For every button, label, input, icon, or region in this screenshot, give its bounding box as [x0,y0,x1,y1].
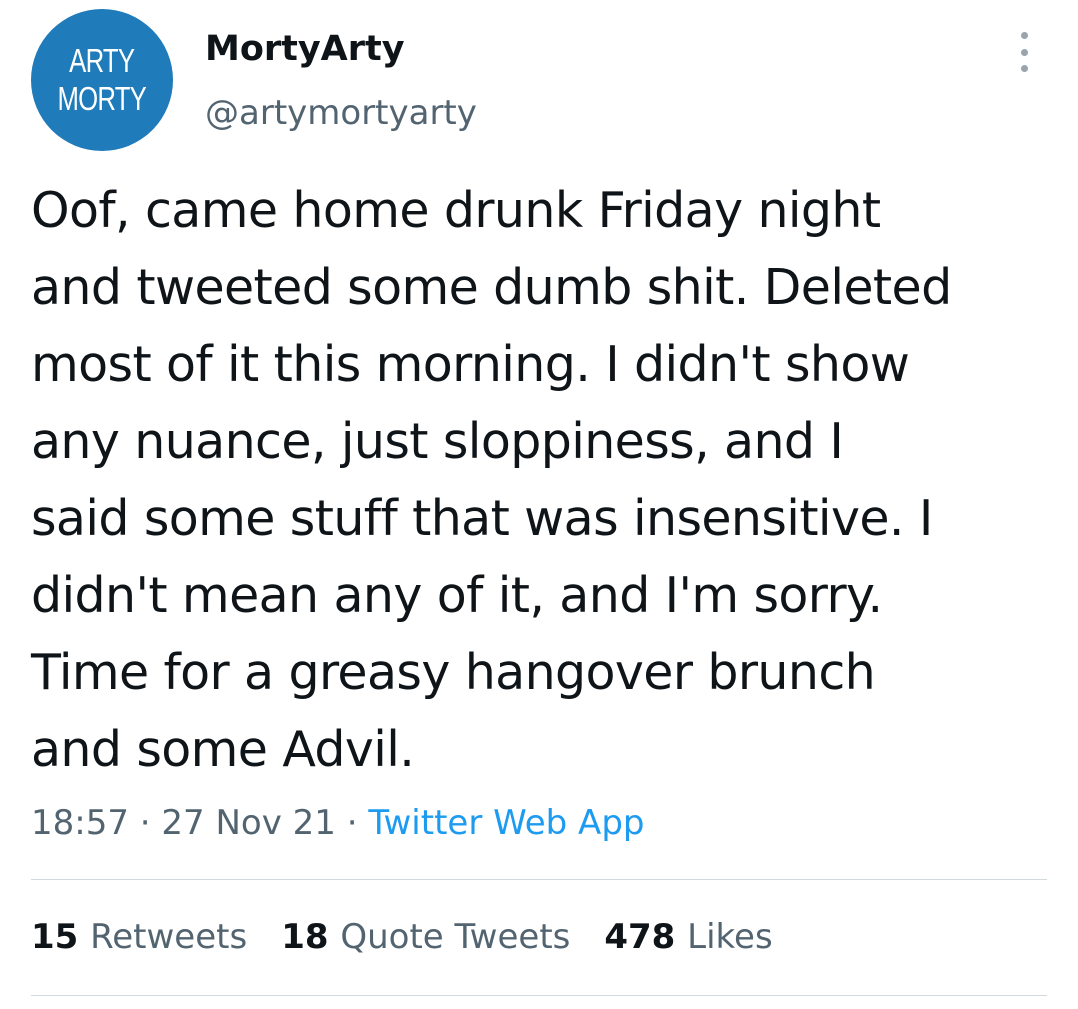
tweet-text-line: Oof, came home drunk Friday night [31,182,881,239]
engagement-stats: 15 Retweets 18 Quote Tweets 478 Likes [31,914,807,960]
user-handle[interactable]: @artymortyarty [205,90,477,136]
avatar-text-line1: ARTY [69,42,135,79]
quote-tweets-label: Quote Tweets [340,917,571,957]
retweets-count: 15 [31,917,91,957]
tweet-metadata: 18:57 · 27 Nov 21 · Twitter Web App [31,800,644,846]
tweet-time[interactable]: 18:57 [31,803,140,843]
tweet-text-line: said some stuff that was insensitive. I [31,490,933,547]
avatar-text-line2: MORTY [57,80,147,117]
meta-separator: · [139,803,162,843]
more-dot [1020,32,1028,39]
retweets-stat[interactable]: 15 Retweets [31,914,247,960]
quote-tweets-stat[interactable]: 18 Quote Tweets [281,914,570,960]
tweet-text-line: didn't mean any of it, and I'm sorry. [31,567,883,624]
tweet-text-line: any nuance, just sloppiness, and I [31,413,844,470]
more-dot [1020,65,1028,72]
tweet-text: Oof, came home drunk Friday night and tw… [31,172,1061,788]
quote-tweets-count: 18 [281,917,341,957]
tweet-date[interactable]: 27 Nov 21 [161,803,346,843]
avatar[interactable]: ARTY MORTY [31,9,173,151]
tweet-text-line: and tweeted some dumb shit. Deleted [31,259,952,316]
tweet-text-line: Time for a greasy hangover brunch [31,644,876,701]
more-dot [1020,48,1028,56]
tweet-text-line: and some Advil. [31,721,415,778]
tweet-source-link[interactable]: Twitter Web App [368,803,644,843]
likes-stat[interactable]: 478 Likes [604,914,772,960]
display-name[interactable]: MortyArty [205,26,405,72]
divider [31,995,1047,996]
meta-separator: · [346,803,369,843]
more-options-icon[interactable] [1013,32,1035,72]
likes-label: Likes [687,917,773,957]
divider [31,879,1047,880]
likes-count: 478 [604,917,688,957]
retweets-label: Retweets [90,917,248,957]
tweet: ARTY MORTY MortyArty @artymortyarty Oof,… [0,0,1078,1009]
tweet-text-line: most of it this morning. I didn't show [31,336,910,393]
